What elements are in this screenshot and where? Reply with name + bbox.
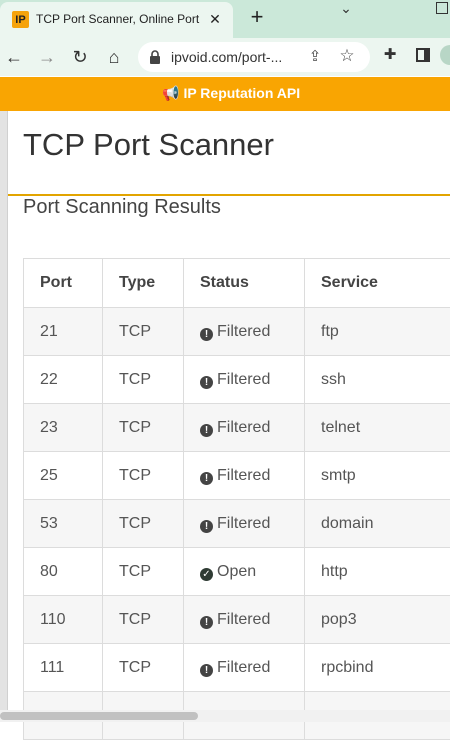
extensions-icon[interactable]: ✚ (381, 45, 399, 63)
column-header-type: Type (103, 259, 184, 308)
forward-arrow-icon[interactable]: → (34, 44, 60, 70)
table-row: 111TCP! Filtered rpcbind (24, 644, 450, 692)
cell-type: TCP (103, 308, 184, 356)
cell-port: 25 (24, 452, 103, 500)
results-heading: Port Scanning Results (23, 196, 221, 219)
exclamation-circle-icon: ! (200, 664, 213, 677)
cell-service: pop3 (305, 596, 450, 644)
cell-service: ftp (305, 308, 450, 356)
horizontal-scrollbar[interactable] (0, 710, 450, 722)
side-panel-icon[interactable] (416, 48, 430, 62)
table-row: 53TCP! Filtered domain (24, 500, 450, 548)
page-header: TCP Port Scanner (8, 111, 450, 196)
cell-status: ! Filtered (184, 452, 305, 500)
table-row: 80TCP ✓ Open http (24, 548, 450, 596)
maximize-window-icon[interactable] (436, 2, 448, 14)
promo-banner[interactable]: 📢IP Reputation API (0, 77, 450, 111)
lock-icon (150, 50, 160, 64)
cell-status: ! Filtered (184, 356, 305, 404)
close-tab-icon[interactable]: ✕ (206, 10, 224, 28)
column-header-port: Port (24, 259, 103, 308)
exclamation-circle-icon: ! (200, 472, 213, 485)
cell-port: 53 (24, 500, 103, 548)
cell-status: ! Filtered (184, 308, 305, 356)
exclamation-circle-icon: ! (200, 376, 213, 389)
cell-type: TCP (103, 404, 184, 452)
share-icon[interactable]: ⇪ (306, 48, 324, 66)
column-header-service: Service (305, 259, 450, 308)
star-icon[interactable]: ☆ (338, 47, 356, 65)
site-favicon-icon: IP (12, 11, 29, 28)
address-bar[interactable]: ipvoid.com/port-... ⇪ ☆ (138, 42, 370, 72)
table-header-row: Port Type Status Service (24, 259, 450, 308)
table-row: 21TCP! Filtered ftp (24, 308, 450, 356)
cell-service: rpcbind (305, 644, 450, 692)
exclamation-circle-icon: ! (200, 616, 213, 629)
cell-status: ✓ Open (184, 548, 305, 596)
cell-type: TCP (103, 500, 184, 548)
check-circle-icon: ✓ (200, 568, 213, 581)
status-text: Filtered (217, 467, 270, 484)
cell-type: TCP (103, 644, 184, 692)
exclamation-circle-icon: ! (200, 328, 213, 341)
page-title: TCP Port Scanner (23, 127, 274, 163)
cell-port: 110 (24, 596, 103, 644)
cell-service: http (305, 548, 450, 596)
home-icon[interactable]: ⌂ (101, 44, 127, 70)
column-header-status: Status (184, 259, 305, 308)
cell-port: 23 (24, 404, 103, 452)
status-text: Filtered (217, 611, 270, 628)
cell-status: ! Filtered (184, 404, 305, 452)
cell-status: ! Filtered (184, 644, 305, 692)
exclamation-circle-icon: ! (200, 520, 213, 533)
tab-strip: IP TCP Port Scanner, Online Port ✕ + ⌄ (0, 0, 450, 38)
banner-text: IP Reputation API (183, 85, 300, 101)
table-row: 25TCP! Filtered smtp (24, 452, 450, 500)
megaphone-icon: 📢 (162, 85, 179, 102)
status-text: Filtered (217, 419, 270, 436)
tab-title: TCP Port Scanner, Online Port (36, 12, 202, 30)
status-text: Filtered (217, 371, 270, 388)
reload-icon[interactable]: ↻ (67, 44, 93, 70)
cell-port: 21 (24, 308, 103, 356)
url-text: ipvoid.com/port-... (171, 49, 282, 65)
browser-tab[interactable]: IP TCP Port Scanner, Online Port ✕ (0, 2, 233, 38)
cell-service: smtp (305, 452, 450, 500)
table-row: 110TCP! Filtered pop3 (24, 596, 450, 644)
cell-type: TCP (103, 548, 184, 596)
cell-type: TCP (103, 596, 184, 644)
cell-port: 80 (24, 548, 103, 596)
new-tab-button[interactable]: + (246, 6, 268, 28)
table-row: 23TCP! Filtered telnet (24, 404, 450, 452)
cell-status: ! Filtered (184, 596, 305, 644)
cell-status: ! Filtered (184, 500, 305, 548)
port-results-table: Port Type Status Service 21TCP!Filteredf… (23, 258, 450, 740)
exclamation-circle-icon: ! (200, 424, 213, 437)
status-text: Open (217, 563, 256, 580)
cell-type: TCP (103, 452, 184, 500)
scrollbar-thumb[interactable] (0, 712, 198, 720)
cell-service: telnet (305, 404, 450, 452)
cell-port: 22 (24, 356, 103, 404)
status-text: Filtered (217, 515, 270, 532)
page-left-gutter (0, 111, 8, 710)
back-arrow-icon[interactable]: ← (1, 44, 27, 70)
status-text: Filtered (217, 659, 270, 676)
cell-service: domain (305, 500, 450, 548)
status-text: Filtered (217, 323, 270, 340)
tab-search-chevron-icon[interactable]: ⌄ (336, 0, 356, 20)
cell-port: 111 (24, 644, 103, 692)
cell-type: TCP (103, 356, 184, 404)
table-row: 22TCP! Filtered ssh (24, 356, 450, 404)
cell-service: ssh (305, 356, 450, 404)
